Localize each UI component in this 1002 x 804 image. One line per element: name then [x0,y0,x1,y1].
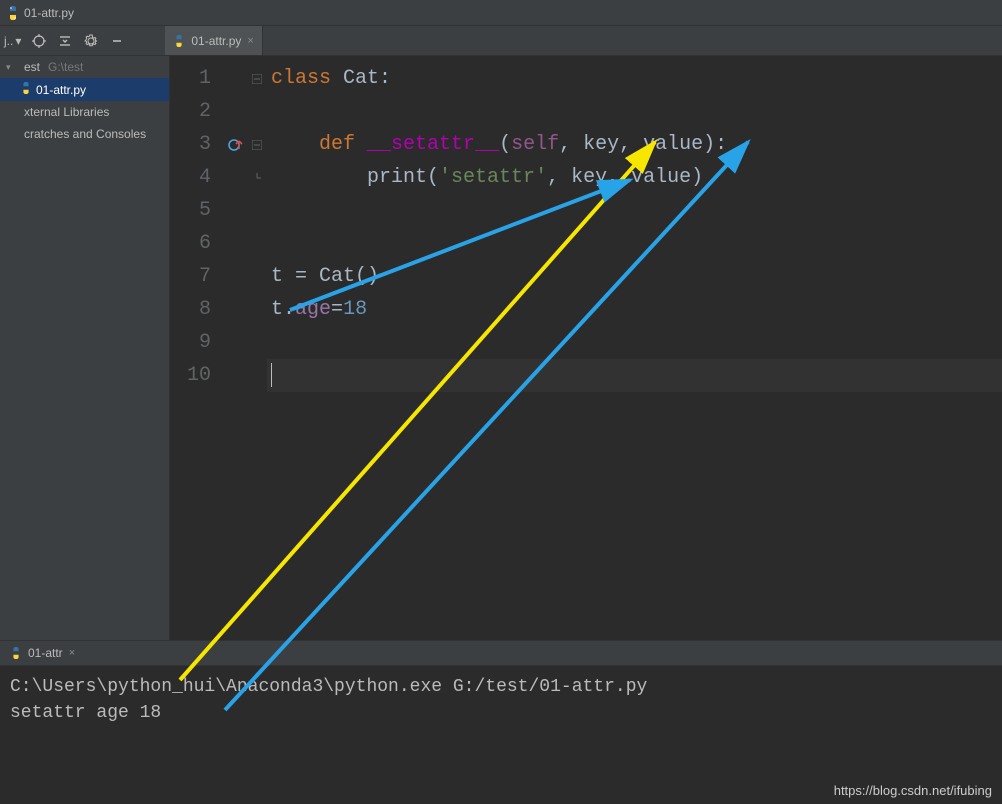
main-toolbar: j.. ▾ 01-attr.py × [0,26,1002,56]
code-line[interactable]: def __setattr__(self, key, value): [267,128,1002,161]
line-number-gutter: 12345678910 [170,56,225,640]
code-editor[interactable]: 12345678910 class Cat: def __setattr__(s… [170,56,1002,640]
code-area[interactable]: class Cat: def __setattr__(self, key, va… [267,56,1002,640]
close-tab-icon[interactable]: × [247,35,253,47]
tree-item-suffix: G:\test [48,60,83,74]
code-line[interactable]: print('setattr', key, value) [267,161,1002,194]
watermark: https://blog.csdn.net/ifubing [834,783,992,798]
code-line[interactable] [267,326,1002,359]
tree-item[interactable]: 01-attr.py [0,78,169,101]
tree-item[interactable]: xternal Libraries [0,101,169,123]
editor-tabstrip: 01-attr.py × [165,26,262,55]
tree-item-label: xternal Libraries [24,105,109,119]
tree-item-label: 01-attr.py [36,83,86,97]
window-titlebar: 01-attr.py [0,0,1002,26]
run-tabstrip: 01-attr × [0,640,1002,666]
code-line[interactable] [267,227,1002,260]
run-tab[interactable]: 01-attr × [10,646,75,660]
minimize-icon[interactable] [109,33,125,49]
gutter-icons [225,56,247,640]
gear-icon[interactable] [83,33,99,49]
code-line[interactable]: t.age=18 [267,293,1002,326]
python-file-icon [10,647,22,659]
window-title: 01-attr.py [24,6,74,20]
console-line: setattr age 18 [10,700,992,726]
python-file-icon [173,35,185,47]
code-line[interactable] [267,359,1002,392]
console-line: C:\Users\python_hui\Anaconda3\python.exe… [10,674,992,700]
override-gutter-icon [225,128,247,161]
tree-item-label: cratches and Consoles [24,127,146,141]
tree-item-label: est [24,60,40,74]
code-line[interactable]: t = Cat() [267,260,1002,293]
project-dropdown[interactable]: j.. ▾ [4,34,21,48]
text-caret [271,363,272,387]
collapse-icon[interactable] [57,33,73,49]
code-line[interactable] [267,95,1002,128]
tree-item[interactable]: cratches and Consoles [0,123,169,145]
editor-tab-label: 01-attr.py [191,34,241,48]
chevron-down-icon: ▾ [15,34,21,48]
code-line[interactable] [267,194,1002,227]
fold-column[interactable] [247,56,267,640]
tree-item[interactable]: ▾estG:\test [0,56,169,78]
tree-item-icon [20,82,32,97]
python-file-icon [6,6,20,20]
code-line[interactable]: class Cat: [267,62,1002,95]
run-tab-label: 01-attr [28,646,63,660]
editor-tab[interactable]: 01-attr.py × [165,26,262,55]
project-sidebar[interactable]: ▾estG:\test01-attr.pyxternal Librariescr… [0,56,170,640]
target-icon[interactable] [31,33,47,49]
close-tab-icon[interactable]: × [69,647,75,659]
